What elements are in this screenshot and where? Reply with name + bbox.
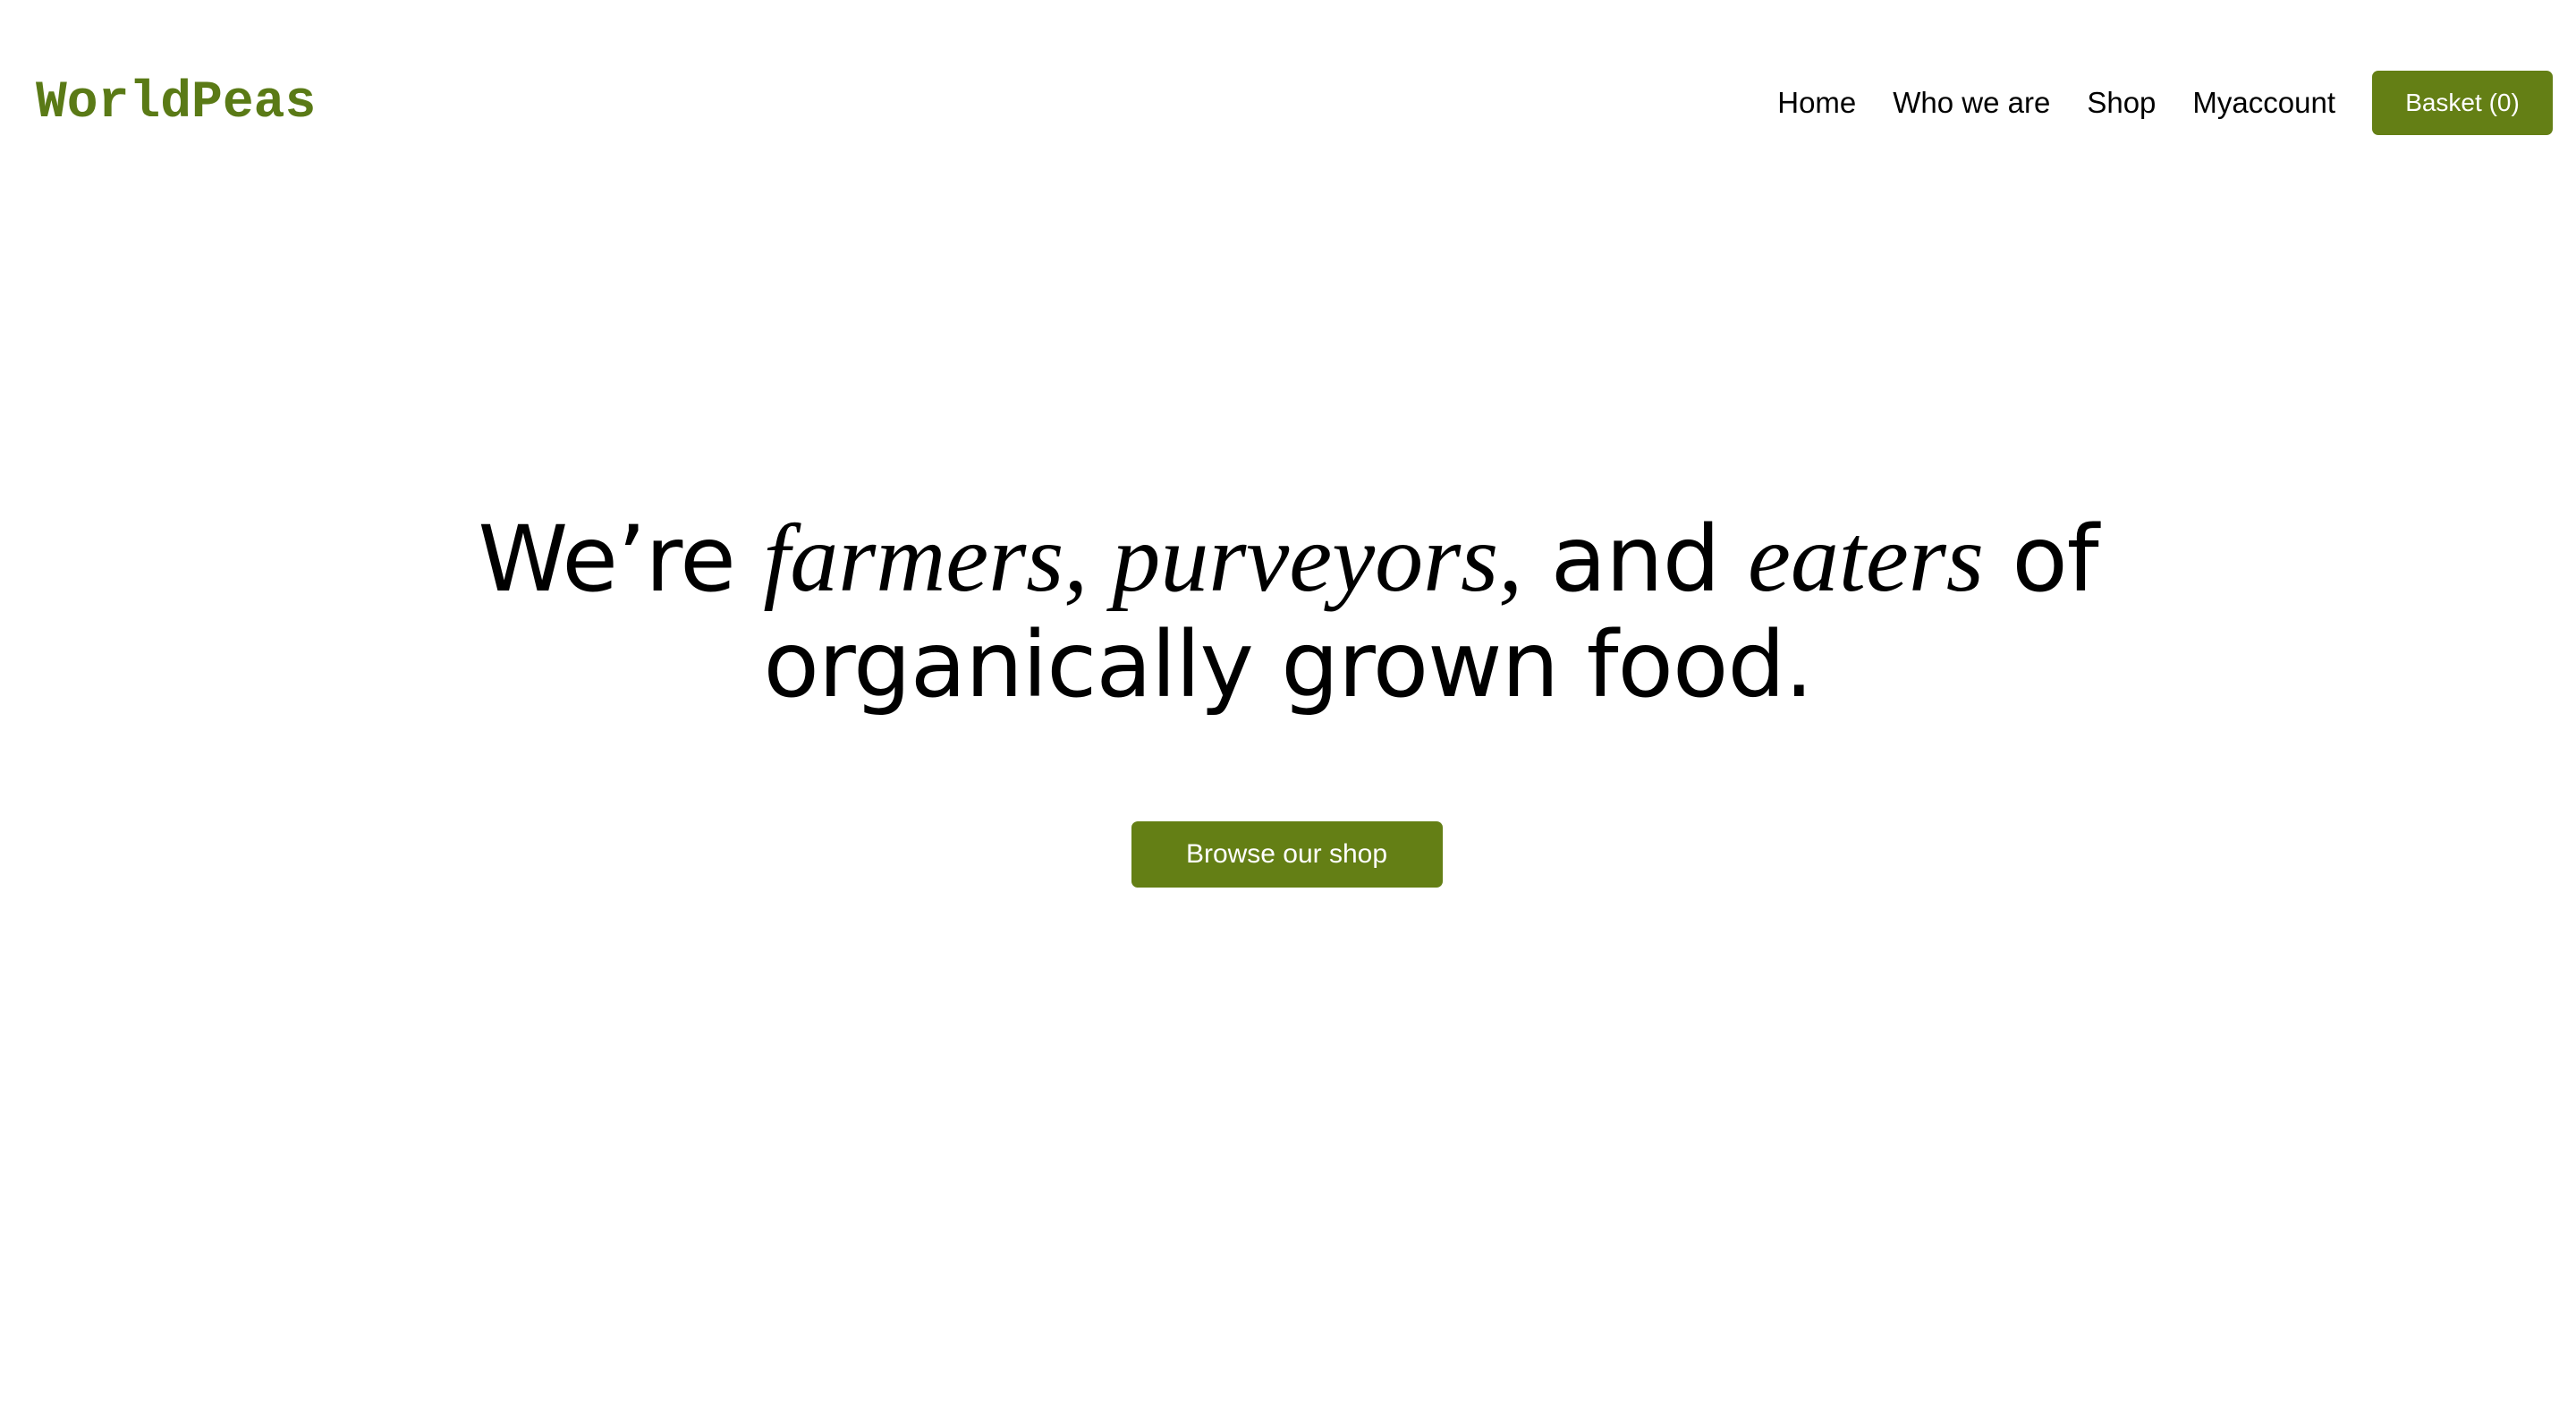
hero-section: We’re farmers, purveyors, and eaters of o… bbox=[0, 506, 2576, 888]
page: WorldPeas Home Who we are Shop Myaccount… bbox=[0, 0, 2576, 1402]
headline-text-of: of bbox=[1983, 506, 2098, 613]
site-header: WorldPeas Home Who we are Shop Myaccount… bbox=[0, 0, 2576, 206]
headline-emphasis-farmers: farmers, bbox=[763, 506, 1089, 612]
basket-button[interactable]: Basket (0) bbox=[2372, 71, 2553, 135]
headline-space bbox=[1088, 506, 1112, 612]
main-nav: Home Who we are Shop Myaccount Basket (0… bbox=[1777, 70, 2553, 136]
nav-shop-link[interactable]: Shop bbox=[2087, 70, 2156, 136]
nav-home-link[interactable]: Home bbox=[1777, 70, 1856, 136]
headline-emphasis-purveyors: purveyors, bbox=[1112, 506, 1523, 612]
nav-who-we-are-link[interactable]: Who we are bbox=[1893, 70, 2050, 136]
headline-emphasis-eaters: eaters bbox=[1747, 506, 1984, 612]
logo[interactable]: WorldPeas bbox=[36, 68, 316, 140]
nav-my-account-link[interactable]: Myaccount bbox=[2192, 70, 2335, 136]
hero-headline: We’re farmers, purveyors, and eaters of o… bbox=[0, 506, 2576, 718]
browse-shop-button[interactable]: Browse our shop bbox=[1131, 821, 1443, 888]
headline-line-two: organically grown food. bbox=[763, 612, 1813, 718]
headline-text-and: and bbox=[1522, 506, 1748, 613]
headline-text-were: We’re bbox=[478, 506, 764, 613]
cta-container: Browse our shop bbox=[0, 821, 2576, 888]
